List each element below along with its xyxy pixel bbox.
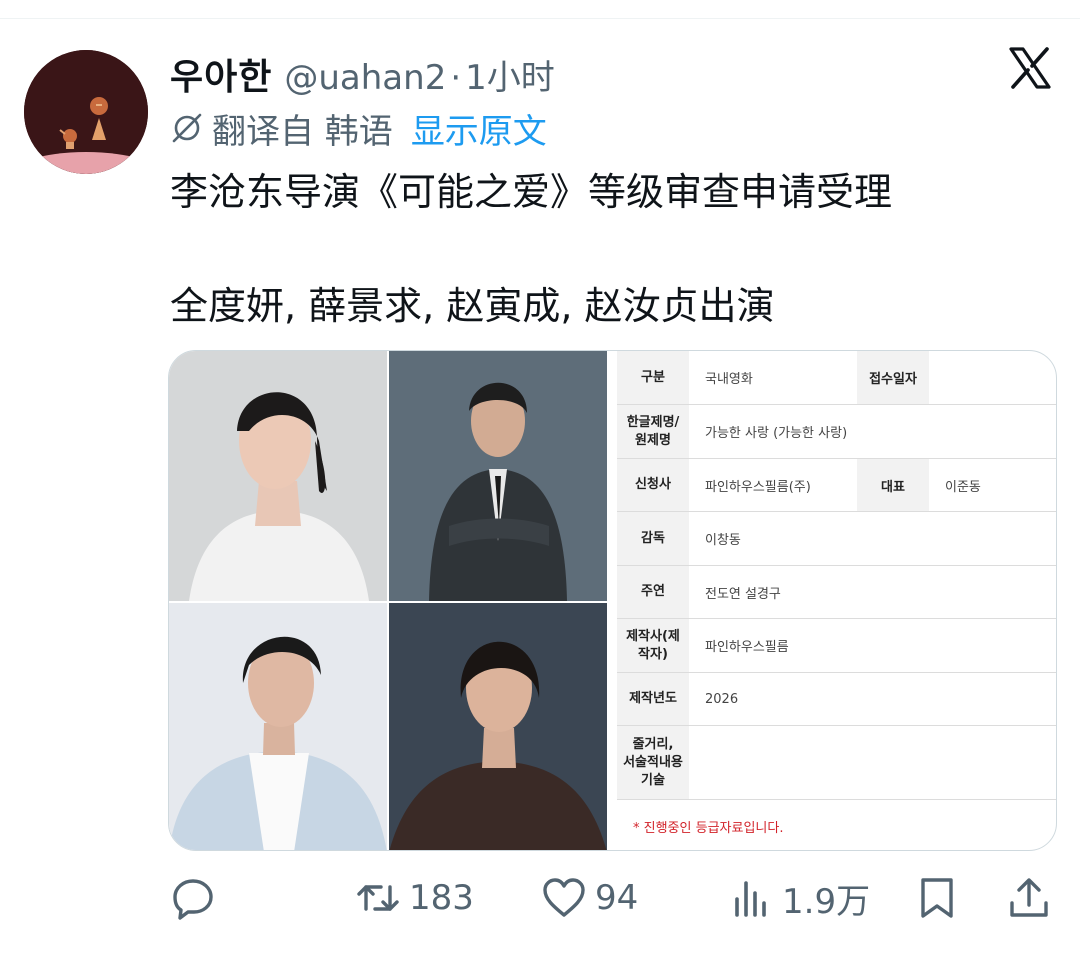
tweet-text: 李沧东导演《可能之爱》等级审查申请受理 全度妍, 薛景求, 赵寅成, 赵汝贞出演 <box>170 164 1050 335</box>
form-label: 주연 <box>617 566 689 618</box>
form-value: 2026 <box>705 691 739 707</box>
separator: · <box>450 58 462 98</box>
retweet-icon <box>357 885 399 911</box>
bookmark-icon <box>921 878 953 918</box>
reply-icon <box>173 879 213 920</box>
avatar[interactable] <box>24 50 148 174</box>
translate-icon <box>172 113 202 143</box>
form-value: 파인하우스필름 <box>705 640 789 655</box>
show-original-link[interactable]: 显示原文 <box>411 104 547 153</box>
share-icon <box>1010 878 1048 917</box>
form-value <box>689 726 705 799</box>
form-row: 제작년도 2026 <box>617 673 1056 726</box>
tweet-text-line: 全度妍, 薛景求, 赵寅成, 赵汝贞出演 <box>170 284 775 328</box>
translated-from-label: 翻译自 韩语 <box>212 111 393 152</box>
bookmark-button[interactable] <box>914 872 960 924</box>
form-row: 제작사(제 작자) 파인하우스필름 <box>617 619 1056 673</box>
form-label: 감독 <box>617 512 689 565</box>
form-value <box>929 351 1056 404</box>
form-row: 줄거리, 서술적내용 기술 <box>617 726 1056 800</box>
actor-photo <box>389 351 607 601</box>
display-name[interactable]: 우아한 <box>170 48 272 100</box>
views-button[interactable]: 1.9万 <box>728 872 870 924</box>
actor-photo <box>389 603 607 850</box>
form-value: 가능한 사랑 (가능한 사랑) <box>705 426 848 441</box>
form-value: 이창동 <box>705 533 741 548</box>
form-row: 감독 이창동 <box>617 512 1056 566</box>
form-label: 제작년도 <box>617 673 689 725</box>
retweet-count: 183 <box>409 878 474 918</box>
form-label: 줄거리, 서술적내용 기술 <box>617 726 689 799</box>
photo-collage <box>169 351 607 850</box>
form-value: 이준동 <box>945 479 981 495</box>
action-bar: 183 94 1.9万 <box>0 872 1080 924</box>
media-attachment[interactable]: 구분 국내영화 접수일자 한글제명/ 원제명 가능한 사랑 (가능한 사랑) 신… <box>168 350 1057 851</box>
form-row: 주연 전도연 설경구 <box>617 566 1056 619</box>
x-logo-icon[interactable] <box>1008 46 1052 90</box>
form-label: 신청사 <box>617 459 689 511</box>
form-label: 대표 <box>857 459 929 511</box>
form-row: 신청사 파인하우스필름(주) 대표 이준동 <box>617 459 1056 512</box>
form-value: 전도연 설경구 <box>705 586 781 602</box>
translation-row: 翻译自 韩语 显示原文 <box>170 104 547 153</box>
like-count: 94 <box>595 878 639 918</box>
form-label: 제작사(제 작자) <box>617 619 689 672</box>
user-handle[interactable]: @uahan2 <box>284 58 446 98</box>
actor-photo <box>169 351 387 601</box>
form-row: 구분 국내영화 접수일자 <box>617 351 1056 405</box>
reply-button[interactable] <box>170 872 224 924</box>
timestamp[interactable]: 1小时 <box>465 50 555 99</box>
form-label: 한글제명/ 원제명 <box>617 405 689 458</box>
form-row: 한글제명/ 원제명 가능한 사랑 (가능한 사랑) <box>617 405 1056 459</box>
like-icon <box>543 878 585 917</box>
tweet-text-line: 李沧东导演《可能之爱》等级审查申请受理 <box>170 170 893 214</box>
like-button[interactable]: 94 <box>541 872 638 924</box>
avatar-illustration <box>24 50 148 174</box>
views-icon <box>735 881 766 917</box>
views-count: 1.9万 <box>782 881 871 922</box>
form-value: 파인하우스필름(주) <box>705 479 811 495</box>
rating-application-form: 구분 국내영화 접수일자 한글제명/ 원제명 가능한 사랑 (가능한 사랑) 신… <box>617 351 1056 850</box>
form-note: * 진행중인 등급자료입니다. <box>633 821 784 836</box>
top-divider <box>0 18 1080 19</box>
form-label: 접수일자 <box>857 351 929 404</box>
form-value: 국내영화 <box>705 372 753 387</box>
share-button[interactable] <box>1006 872 1052 924</box>
actor-photo <box>169 603 387 850</box>
retweet-button[interactable]: 183 <box>355 872 474 924</box>
tweet-header: 우아한 @uahan2 · 1小时 <box>170 48 555 98</box>
form-label: 구분 <box>617 351 689 404</box>
